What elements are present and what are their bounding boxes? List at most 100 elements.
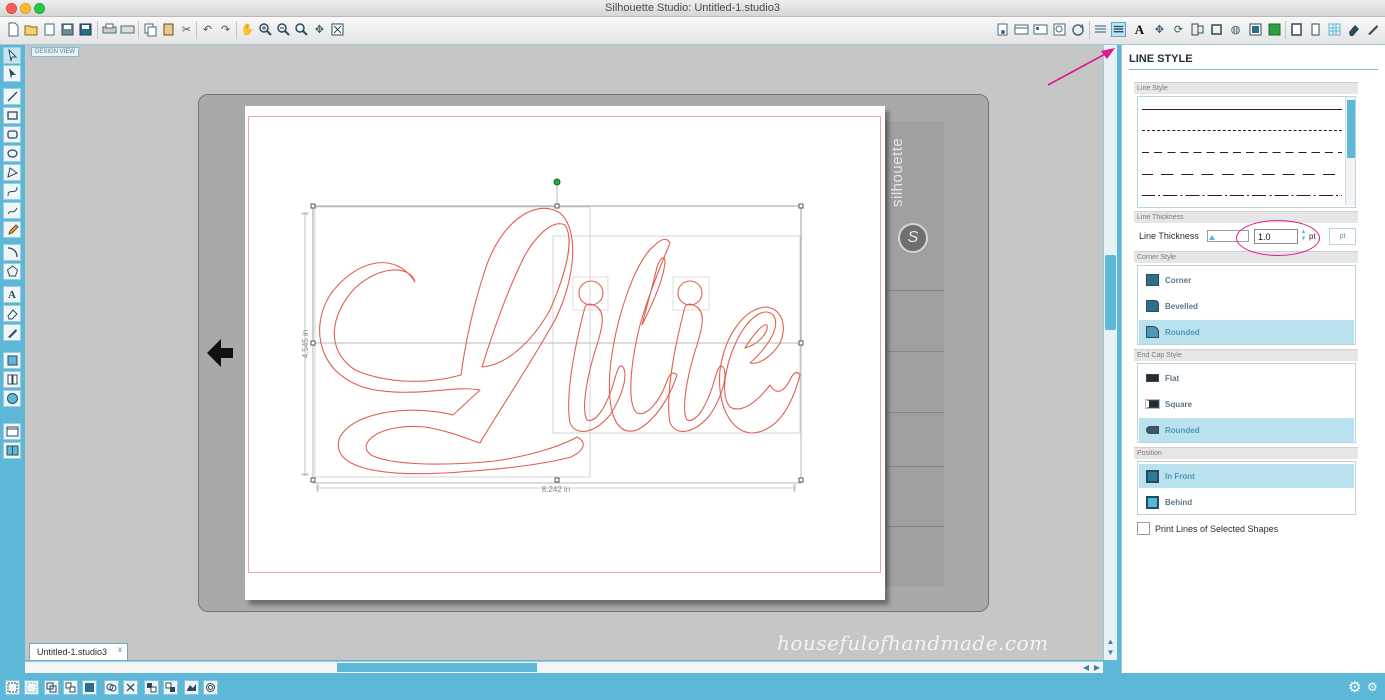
line-style-icon[interactable] <box>1111 22 1126 37</box>
zoom-select-icon[interactable] <box>294 22 309 37</box>
pan-hand-icon[interactable]: ✋ <box>240 22 255 37</box>
line-style-scroll-thumb[interactable] <box>1347 100 1355 158</box>
lilie-design[interactable]: 4.545 in 8.242 in <box>25 45 1103 660</box>
save-as-icon[interactable] <box>78 22 93 37</box>
page-panel-icon[interactable] <box>1289 22 1304 37</box>
scroll-up-icon[interactable]: ▲ <box>1105 637 1116 647</box>
grid-icon[interactable] <box>1327 22 1342 37</box>
curve-tool-icon[interactable] <box>3 183 21 200</box>
registration-marks-icon[interactable] <box>1033 22 1048 37</box>
scroll-right-icon[interactable]: ▶ <box>1092 662 1102 673</box>
replicate-icon[interactable] <box>1190 22 1205 37</box>
send-panel-icon[interactable] <box>1308 22 1323 37</box>
position-option-behind[interactable]: Behind <box>1139 490 1354 514</box>
selection-box[interactable] <box>310 178 804 484</box>
ellipse-tool-icon[interactable] <box>3 145 21 162</box>
offset-tool-icon[interactable] <box>203 680 218 695</box>
zoom-out-icon[interactable] <box>276 22 291 37</box>
zoom-in-icon[interactable] <box>258 22 273 37</box>
make-compound-icon[interactable] <box>82 680 97 695</box>
lilie-text-outline[interactable] <box>319 207 801 475</box>
regular-polygon-tool-icon[interactable] <box>3 263 21 280</box>
line-style-dash-dot[interactable] <box>1142 195 1342 196</box>
trace-panel-icon[interactable] <box>1267 22 1282 37</box>
corner-option-rounded[interactable]: Rounded <box>1139 320 1354 344</box>
corner-option-bevelled[interactable]: Bevelled <box>1139 294 1354 318</box>
line-thickness-slider[interactable] <box>1207 230 1249 242</box>
horizontal-scrollbar[interactable]: ◀ ▶ <box>25 661 1103 673</box>
preferences-gear-icon[interactable]: ⚙ <box>1367 680 1381 694</box>
send-to-cutter-icon[interactable] <box>120 22 135 37</box>
scroll-left-icon[interactable]: ◀ <box>1081 662 1091 673</box>
resize-handle-b[interactable] <box>554 477 560 483</box>
line-style-dash-long[interactable] <box>1142 174 1342 175</box>
release-compound-icon[interactable] <box>104 680 119 695</box>
drag-zoom-icon[interactable]: ✥ <box>312 22 327 37</box>
resize-handle-br[interactable] <box>798 477 804 483</box>
save-icon[interactable] <box>60 22 75 37</box>
close-tab-icon[interactable]: x <box>118 641 122 658</box>
line-tool-icon[interactable] <box>3 88 21 105</box>
paste-icon[interactable] <box>161 22 176 37</box>
eraser-tool-icon[interactable] <box>3 305 21 322</box>
offset-icon[interactable] <box>1248 22 1263 37</box>
freehand-tool-icon[interactable] <box>3 202 21 219</box>
resize-handle-tr[interactable] <box>798 203 804 209</box>
line-style-list[interactable] <box>1137 96 1356 208</box>
rounded-rectangle-tool-icon[interactable] <box>3 126 21 143</box>
copy-icon[interactable] <box>143 22 158 37</box>
text-style-icon[interactable]: A <box>1132 22 1147 37</box>
resize-handle-r[interactable] <box>798 340 804 346</box>
unit-toggle-button[interactable]: pt <box>1329 228 1356 245</box>
print-lines-option[interactable]: Print Lines of Selected Shapes <box>1137 522 1278 535</box>
send-to-back-icon[interactable] <box>163 680 178 695</box>
pencil-tool-icon[interactable] <box>3 221 21 238</box>
edit-points-icon[interactable] <box>3 65 21 82</box>
end-cap-option-square[interactable]: Square <box>1139 392 1354 416</box>
split-panel-view-icon[interactable] <box>3 442 21 459</box>
single-panel-view-icon[interactable] <box>3 423 21 440</box>
cut-settings-icon[interactable] <box>1014 22 1029 37</box>
ungroup-icon[interactable] <box>63 680 78 695</box>
page-setup-icon[interactable] <box>995 22 1010 37</box>
resize-handle-l[interactable] <box>310 340 316 346</box>
open-library-icon[interactable] <box>42 22 57 37</box>
line-style-dash-short[interactable] <box>1142 130 1342 131</box>
cut-scissors-icon[interactable]: ✂ <box>179 22 194 37</box>
slider-knob[interactable] <box>1209 235 1215 240</box>
select-arrow-icon[interactable] <box>3 47 21 64</box>
select-all-icon[interactable] <box>5 680 20 695</box>
group-icon[interactable] <box>44 680 59 695</box>
end-cap-option-flat[interactable]: Flat <box>1139 366 1354 390</box>
design-view-icon[interactable] <box>3 352 21 369</box>
undo-icon[interactable]: ↶ <box>200 22 215 37</box>
redo-icon[interactable]: ↷ <box>218 22 233 37</box>
fill-color-icon[interactable] <box>1093 22 1108 37</box>
resize-handle-t[interactable] <box>554 203 560 209</box>
collapse-panel-icon[interactable]: » <box>1105 46 1116 56</box>
arc-tool-icon[interactable] <box>3 244 21 261</box>
line-style-scrollbar[interactable] <box>1345 97 1355 205</box>
resize-handle-bl[interactable] <box>310 477 316 483</box>
weld-icon[interactable] <box>184 680 199 695</box>
print-lines-checkbox[interactable] <box>1137 522 1150 535</box>
polygon-tool-icon[interactable] <box>3 164 21 181</box>
deselect-icon[interactable] <box>24 680 39 695</box>
library-icon[interactable] <box>3 371 21 388</box>
online-store-icon[interactable] <box>3 390 21 407</box>
eraser-icon[interactable] <box>1346 22 1361 37</box>
design-workspace[interactable]: DESIGN VIEW silhouette S 4.545 in 8.242 … <box>25 45 1103 660</box>
transform-icon[interactable] <box>1209 22 1224 37</box>
vertical-scroll-thumb[interactable] <box>1105 255 1116 330</box>
align-icon[interactable]: ✥ <box>1152 22 1167 37</box>
delete-icon[interactable] <box>123 680 138 695</box>
document-tab[interactable]: Untitled-1.studio3 x <box>29 641 129 660</box>
knife-tool-icon[interactable] <box>3 324 21 341</box>
text-tool-icon[interactable]: A <box>3 286 21 303</box>
line-thickness-stepper[interactable]: ▲ ▼ <box>1300 229 1307 244</box>
rotate-icon[interactable]: ⟳ <box>1171 22 1186 37</box>
fit-to-page-icon[interactable] <box>330 22 345 37</box>
position-option-in-front[interactable]: In Front <box>1139 464 1354 488</box>
corner-option-corner[interactable]: Corner <box>1139 268 1354 292</box>
scroll-down-icon[interactable]: ▼ <box>1105 648 1116 658</box>
